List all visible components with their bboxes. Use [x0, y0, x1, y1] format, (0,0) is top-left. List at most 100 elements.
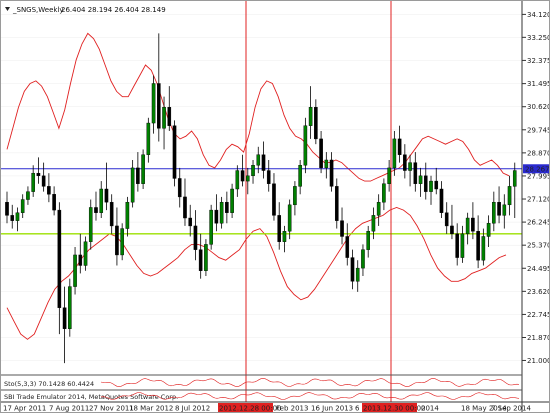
- price-tick-label: 29.745: [527, 126, 550, 134]
- candle-body: [334, 186, 339, 221]
- candle-body: [308, 107, 313, 126]
- candle-body: [83, 241, 88, 266]
- price-tick-label: 31.495: [527, 80, 550, 88]
- time-axis-label: 17 Apr 2011: [3, 405, 46, 413]
- candle-body: [507, 186, 512, 206]
- candle-body: [397, 138, 402, 155]
- candle-body: [413, 162, 418, 184]
- footer-label: SBI Trade Emulator 2014, MetaQuotes Soft…: [4, 393, 178, 401]
- candle-body: [287, 204, 292, 232]
- candle-body: [20, 199, 25, 213]
- time-axis-label: Feb 2013: [276, 405, 308, 413]
- price-tick-label: 32.375: [527, 57, 550, 65]
- candle-body: [382, 183, 386, 203]
- candle-body: [209, 209, 213, 245]
- price-tick-label: 33.250: [527, 34, 550, 42]
- candle-body: [225, 201, 229, 213]
- time-axis[interactable]: 17 Apr 2011 7 Aug 2011 27 Nov 201118 Mar 2…: [1, 401, 550, 413]
- time-axis-label: 7 Sep 2014: [491, 405, 531, 413]
- candle-body: [403, 154, 407, 171]
- candle-body: [26, 191, 30, 200]
- candle-body: [36, 172, 41, 177]
- candle-body: [319, 138, 323, 169]
- candle-body: [99, 188, 104, 213]
- candle-body: [15, 212, 20, 221]
- stochastic-label: Sto(5,3,3) 70.1428 60.4424: [4, 380, 94, 388]
- candle-body: [340, 220, 344, 237]
- price-chart[interactable]: _SNGS,Weekly 26.404 28.194 26.404 28.149…: [1, 1, 550, 413]
- candle-body: [471, 217, 475, 232]
- time-axis-label: 2012.12.28 00:00: [219, 405, 281, 413]
- price-tick-label: 28.870: [527, 149, 550, 157]
- candle-body: [345, 236, 350, 258]
- ohlc-readout: 26.404 28.194 26.404 28.149: [61, 6, 166, 14]
- candle-body: [146, 122, 151, 155]
- candle-body: [204, 244, 208, 271]
- price-tick-label: 27.120: [527, 196, 550, 204]
- candle-body: [57, 209, 62, 308]
- candle-body: [481, 236, 486, 261]
- candle-body: [497, 201, 501, 216]
- candle-body: [177, 178, 182, 198]
- candle-body: [52, 194, 56, 211]
- candle-body: [423, 175, 428, 192]
- chart-window[interactable]: _SNGS,Weekly 26.404 28.194 26.404 28.149…: [0, 0, 550, 413]
- candle-body: [502, 204, 507, 216]
- candle-body: [162, 107, 166, 129]
- candle-body: [492, 201, 496, 224]
- candle-body: [282, 231, 287, 242]
- symbol-label: _SNGS,Weekly: [12, 6, 64, 14]
- candle-body: [408, 162, 412, 171]
- candle-body: [193, 225, 198, 250]
- candle-body: [115, 225, 119, 256]
- candle-body: [120, 228, 124, 256]
- candle-body: [465, 217, 470, 235]
- candle-body: [355, 267, 360, 282]
- candle-body: [157, 83, 161, 129]
- candle-body: [125, 201, 130, 229]
- chart-header: _SNGS,Weekly 26.404 28.194 26.404 28.149: [5, 6, 166, 14]
- candle-body: [31, 172, 35, 192]
- candle-body: [439, 188, 444, 213]
- candle-body: [350, 257, 355, 282]
- candle-body: [392, 138, 397, 169]
- price-tick-label: 26.245: [527, 219, 550, 227]
- candle-body: [94, 207, 98, 213]
- candle-body: [130, 167, 135, 203]
- candle-body: [109, 201, 114, 227]
- price-tick-label: 25.370: [527, 242, 550, 250]
- current-price-label: 28.267: [525, 165, 550, 173]
- candle-body: [366, 231, 370, 250]
- time-axis-label: 7 Aug 2011: [49, 405, 89, 413]
- candle-body: [188, 217, 193, 227]
- candle-body: [167, 107, 172, 126]
- candle-body: [429, 180, 433, 192]
- candle-body: [361, 249, 365, 269]
- candle-body: [434, 180, 439, 190]
- price-tick-label: 23.620: [527, 288, 550, 296]
- candle-body: [371, 215, 376, 232]
- candle-body: [78, 254, 83, 266]
- candle-body: [10, 215, 15, 221]
- candle-body: [512, 170, 517, 187]
- time-axis-label: 6: [355, 405, 360, 413]
- candle-body: [376, 201, 381, 216]
- price-tick-label: 24.495: [527, 265, 550, 273]
- candle-body: [5, 201, 9, 216]
- candle-body: [214, 209, 219, 224]
- price-tick-label: 30.620: [527, 103, 550, 111]
- time-axis-label: 2014: [421, 405, 439, 413]
- price-tick-label: 34.120: [527, 11, 550, 19]
- candle-body: [476, 231, 480, 261]
- time-axis-label: 27 Nov 2011: [89, 405, 134, 413]
- price-tick-label: 22.745: [527, 311, 550, 319]
- candle-body: [88, 207, 93, 242]
- candle-body: [230, 188, 234, 213]
- candle-body: [329, 159, 334, 187]
- candle-body: [314, 107, 318, 140]
- candle-body: [183, 196, 187, 219]
- current-price-tag: 28.267: [523, 164, 550, 174]
- candle-body: [418, 175, 423, 184]
- candle-body: [73, 254, 77, 287]
- candle-body: [47, 186, 51, 195]
